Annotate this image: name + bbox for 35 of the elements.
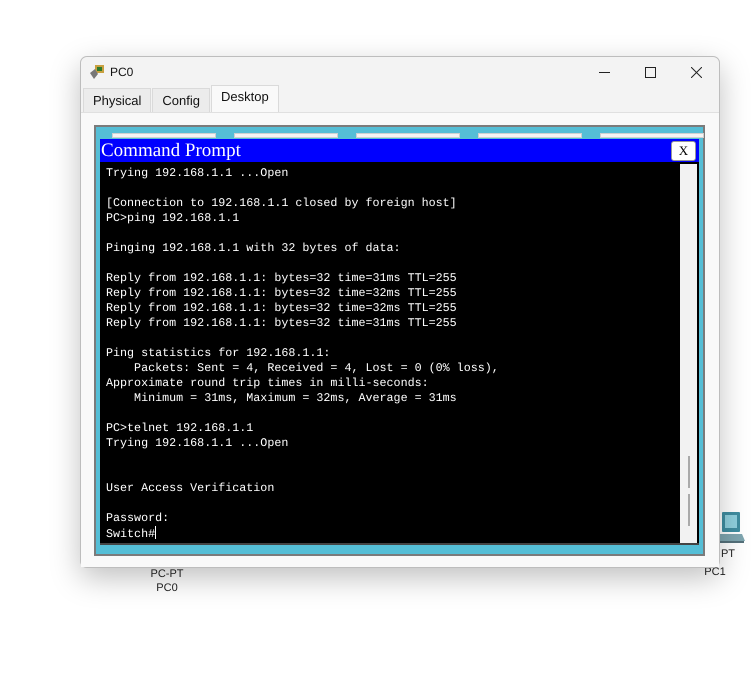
terminal-line: Switch# xyxy=(106,526,158,541)
scrollbar[interactable] xyxy=(680,164,697,543)
app-tile[interactable] xyxy=(600,133,704,138)
device-name-label: PC0 xyxy=(156,581,178,595)
terminal-line: Pinging 192.168.1.1 with 32 bytes of data: xyxy=(106,241,402,256)
terminal-line: Approximate round trip times in milli-seconds: xyxy=(106,376,430,391)
terminal-line: Reply from 192.168.1.1: bytes=32 time=31ms TTL=255 xyxy=(106,316,458,331)
close-icon xyxy=(690,66,702,78)
app-icon xyxy=(89,64,105,80)
app-tile[interactable] xyxy=(356,133,460,138)
terminal-line: Minimum = 31ms, Maximum = 32ms, Average = 31ms xyxy=(133,391,458,406)
terminal-line: Trying 192.168.1.1 ...Open xyxy=(106,436,290,451)
terminal-line: Password: xyxy=(106,511,170,526)
maximize-icon xyxy=(644,66,656,78)
tab[interactable]: Physical xyxy=(83,88,152,112)
terminal-line: Trying 192.168.1.1 ...Open xyxy=(106,166,290,181)
terminal-line: User Access Verification xyxy=(106,481,276,496)
terminal-line: Reply from 192.168.1.1: bytes=32 time=32ms TTL=255 xyxy=(106,286,458,301)
command-prompt-title: Command Prompt xyxy=(101,140,241,162)
window-title: PC0 xyxy=(110,65,134,79)
terminal-line: [Connection to 192.168.1.1 closed by foreign host] xyxy=(106,196,458,211)
device-type-label: PT xyxy=(720,547,736,561)
app-tile[interactable] xyxy=(234,133,338,138)
terminal-line: Reply from 192.168.1.1: bytes=32 time=31ms TTL=255 xyxy=(106,271,458,286)
device-type-label: PC-PT xyxy=(150,567,184,581)
tab[interactable]: Config xyxy=(152,88,210,112)
terminal-line: Reply from 192.168.1.1: bytes=32 time=32ms TTL=255 xyxy=(106,301,458,316)
tab[interactable]: Desktop xyxy=(211,85,279,112)
close-button[interactable]: X xyxy=(671,140,696,160)
terminal-line: Ping statistics for 192.168.1.1: xyxy=(106,346,332,361)
terminal-line: PC>telnet 192.168.1.1 xyxy=(106,421,254,436)
app-tile[interactable] xyxy=(478,133,582,138)
terminal-line: Packets: Sent = 4, Received = 4, Lost = 0 (0% loss), xyxy=(133,361,500,376)
terminal-line: PC>ping 192.168.1.1 xyxy=(106,211,240,226)
app-tile[interactable] xyxy=(112,133,216,138)
